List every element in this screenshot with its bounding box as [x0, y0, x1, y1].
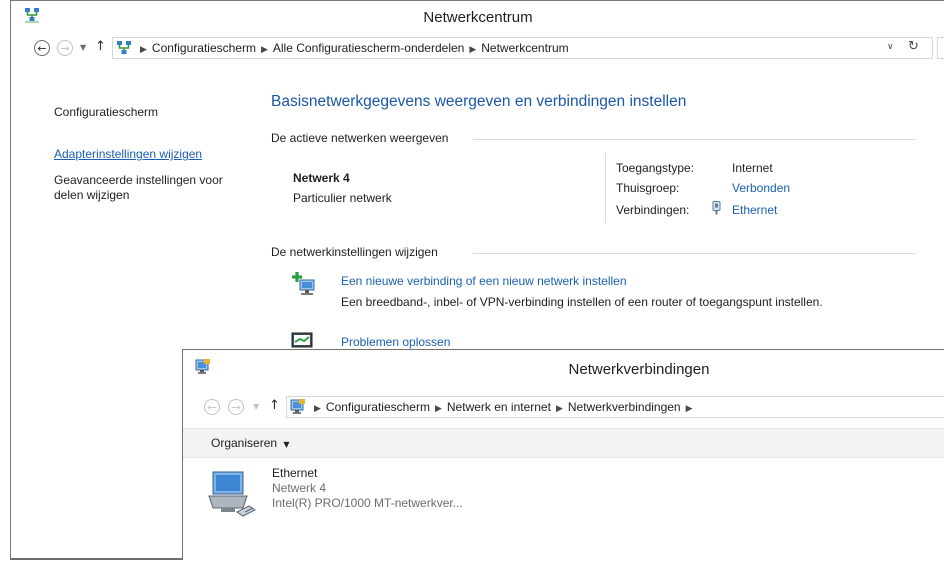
breadcrumb-separator-icon[interactable]: ▶ [435, 404, 442, 414]
troubleshoot-icon [291, 332, 313, 348]
adapter-device: Intel(R) PRO/1000 MT-netwerkver... [272, 496, 463, 510]
network-type: Particulier netwerk [293, 191, 392, 205]
active-networks-section-label: De actieve netwerken weergeven [271, 131, 449, 145]
network-connections-icon [290, 399, 305, 414]
change-adapter-settings-link[interactable]: Adapterinstellingen wijzigen [54, 147, 202, 161]
adapter-network: Netwerk 4 [272, 481, 327, 495]
network-name: Netwerk 4 [293, 171, 350, 185]
back-button[interactable]: ← [34, 40, 50, 56]
chevron-down-icon: ▼ [283, 440, 290, 449]
navigation-bar: ← → ▼ ↑ ▶ Configuratiescherm ▶ Netwerk en i… [183, 393, 944, 423]
network-connections-window: Netwerkverbindingen ← → ▼ ↑ ▶ Configurati… [182, 349, 944, 560]
change-settings-section-label: De netwerkinstellingen wijzigen [271, 245, 438, 259]
breadcrumb-item[interactable]: Netwerkverbindingen [568, 400, 681, 414]
breadcrumb-item[interactable]: Configuratiescherm [326, 400, 430, 414]
breadcrumb-item[interactable]: Configuratiescherm [152, 41, 256, 55]
refresh-icon[interactable]: ↻ [908, 39, 919, 54]
breadcrumb-separator-icon[interactable]: ▶ [314, 404, 321, 414]
nav-home-label: Configuratiescherm [54, 105, 159, 119]
breadcrumb-item[interactable]: Netwerkcentrum [481, 41, 568, 55]
breadcrumb: ▶ Configuratiescherm ▶ Alle Configuratiesch… [135, 41, 569, 55]
breadcrumb-separator-icon[interactable]: ▶ [140, 45, 147, 55]
window-title: Netwerkcentrum [423, 9, 533, 26]
access-type-value: Internet [732, 161, 773, 175]
homegroup-label: Thuisgroep: [616, 181, 680, 195]
new-connection-task-link[interactable]: Een nieuwe verbinding of een nieuw netwe… [341, 274, 627, 288]
adapter-name: Ethernet [272, 466, 318, 480]
breadcrumb-separator-icon[interactable]: ▶ [686, 404, 693, 414]
section-divider [473, 253, 915, 254]
ethernet-adapter-item[interactable]: Ethernet Netwerk 4 Intel(R) PRO/1000 MT-… [207, 466, 487, 524]
up-arrow-icon[interactable]: ↑ [95, 39, 106, 54]
window-title: Netwerkverbindingen [568, 361, 710, 378]
connections-label: Verbindingen: [616, 203, 690, 217]
breadcrumb-item[interactable]: Netwerk en internet [447, 400, 551, 414]
forward-button[interactable]: → [57, 40, 73, 56]
new-connection-icon [292, 272, 315, 295]
breadcrumb-separator-icon[interactable]: ▶ [469, 45, 476, 55]
page-title: Basisnetwerkgegevens weergeven en verbin… [271, 93, 687, 110]
access-type-label: Toegangstype: [616, 161, 695, 175]
recent-pages-dropdown-icon[interactable]: ▼ [80, 43, 86, 52]
recent-pages-dropdown-icon[interactable]: ▼ [253, 402, 259, 411]
breadcrumb-separator-icon[interactable]: ▶ [556, 404, 563, 414]
ethernet-connector-icon [712, 201, 721, 215]
advanced-sharing-settings-link[interactable]: Geavanceerde instellingen voor delen wij… [54, 173, 244, 203]
forward-button[interactable]: → [228, 399, 244, 415]
control-panel-home-link[interactable]: Configuratiescherm [54, 105, 158, 119]
address-history-chevron-icon[interactable]: ∨ [887, 42, 894, 52]
section-divider [473, 139, 915, 140]
breadcrumb-item[interactable]: Alle Configuratiescherm-onderdelen [273, 41, 464, 55]
new-connection-description: Een breedband-, inbel- of VPN-verbinding… [341, 295, 823, 309]
up-arrow-icon[interactable]: ↑ [269, 398, 280, 413]
network-center-icon [117, 41, 131, 54]
network-adapter-icon [208, 471, 256, 517]
title-bar[interactable]: Netwerkcentrum [11, 1, 944, 32]
troubleshoot-task-link[interactable]: Problemen oplossen [341, 335, 450, 349]
command-bar: Organiseren ▼ [183, 428, 944, 458]
breadcrumb-separator-icon[interactable]: ▶ [261, 45, 268, 55]
navigation-bar: ← → ▼ ↑ ▶ Configuratiescherm ▶ Alle Configu… [11, 34, 944, 64]
organize-label: Organiseren [211, 436, 278, 450]
homegroup-link[interactable]: Verbonden [732, 181, 790, 195]
network-props-divider [605, 153, 606, 223]
address-field[interactable]: ▶ Configuratiescherm ▶ Netwerk en internet ▶… [286, 396, 944, 418]
address-field[interactable]: ▶ Configuratiescherm ▶ Alle Configuratiesch… [112, 37, 933, 59]
organize-menu-button[interactable]: Organiseren ▼ [211, 436, 290, 450]
ethernet-connection-link[interactable]: Ethernet [732, 203, 777, 217]
breadcrumb: ▶ Configuratiescherm ▶ Netwerk en internet ▶… [309, 400, 698, 414]
search-box[interactable] [937, 37, 944, 59]
back-button[interactable]: ← [204, 399, 220, 415]
